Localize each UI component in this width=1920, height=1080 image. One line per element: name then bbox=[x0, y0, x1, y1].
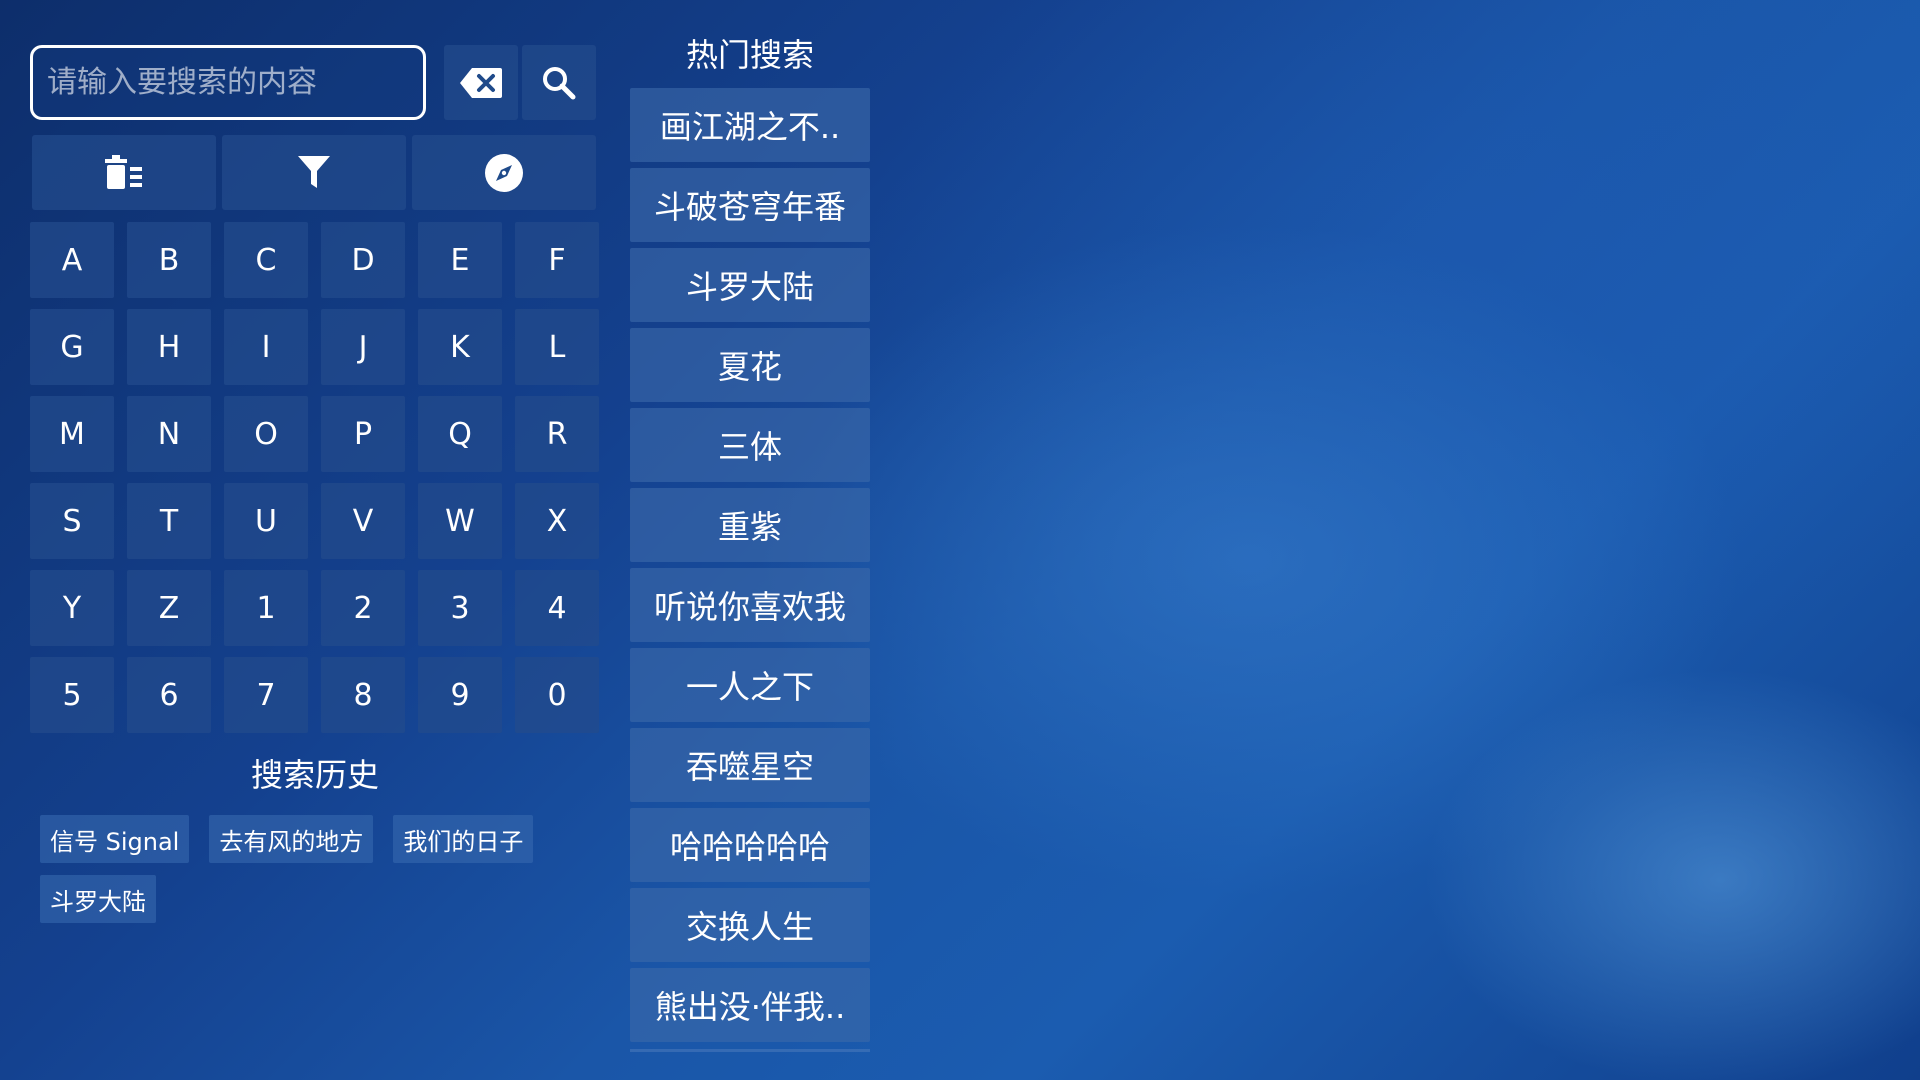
hot-search-item[interactable]: 熊出没·伴我.. bbox=[630, 968, 870, 1042]
key-n[interactable]: N bbox=[127, 396, 211, 472]
key-4[interactable]: 4 bbox=[515, 570, 599, 646]
delete-button[interactable] bbox=[444, 45, 518, 120]
key-1[interactable]: 1 bbox=[224, 570, 308, 646]
key-g[interactable]: G bbox=[30, 309, 114, 385]
hot-search-item[interactable]: 吞噬星空 bbox=[630, 728, 870, 802]
key-z[interactable]: Z bbox=[127, 570, 211, 646]
key-5[interactable]: 5 bbox=[30, 657, 114, 733]
key-w[interactable]: W bbox=[418, 483, 502, 559]
key-0[interactable]: 0 bbox=[515, 657, 599, 733]
key-p[interactable]: P bbox=[321, 396, 405, 472]
hot-search-item[interactable]: 画江湖之不.. bbox=[630, 88, 870, 162]
filter-button[interactable] bbox=[222, 135, 406, 210]
trash-list-icon bbox=[105, 154, 142, 189]
hot-search-item[interactable]: 一人之下 bbox=[630, 648, 870, 722]
key-9[interactable]: 9 bbox=[418, 657, 502, 733]
key-o[interactable]: O bbox=[224, 396, 308, 472]
discover-button[interactable] bbox=[412, 135, 596, 210]
key-y[interactable]: Y bbox=[30, 570, 114, 646]
hot-search-item[interactable]: 交换人生 bbox=[630, 888, 870, 962]
hot-search-item[interactable]: 斗破苍穹年番 bbox=[630, 168, 870, 242]
key-i[interactable]: I bbox=[224, 309, 308, 385]
key-j[interactable]: J bbox=[321, 309, 405, 385]
key-d[interactable]: D bbox=[321, 222, 405, 298]
key-3[interactable]: 3 bbox=[418, 570, 502, 646]
hot-search-title: 热门搜索 bbox=[685, 36, 814, 74]
key-8[interactable]: 8 bbox=[321, 657, 405, 733]
clear-history-button[interactable] bbox=[32, 135, 216, 210]
key-m[interactable]: M bbox=[30, 396, 114, 472]
search-button[interactable] bbox=[522, 45, 596, 120]
hot-search-item[interactable]: 重紫 bbox=[630, 488, 870, 562]
hot-search-item[interactable]: 哈哈哈哈哈 bbox=[630, 808, 870, 882]
compass-icon bbox=[485, 153, 523, 192]
key-q[interactable]: Q bbox=[418, 396, 502, 472]
hot-search-list: 画江湖之不.. 斗破苍穹年番 斗罗大陆 夏花 三体 重紫 听说你喜欢我 一人之下… bbox=[630, 88, 870, 1042]
history-item[interactable]: 去有风的地方 bbox=[209, 815, 374, 863]
key-x[interactable]: X bbox=[515, 483, 599, 559]
key-2[interactable]: 2 bbox=[321, 570, 405, 646]
backspace-icon bbox=[460, 67, 502, 98]
key-6[interactable]: 6 bbox=[127, 657, 211, 733]
key-v[interactable]: V bbox=[321, 483, 405, 559]
key-u[interactable]: U bbox=[224, 483, 308, 559]
history-item[interactable]: 我们的日子 bbox=[393, 815, 534, 863]
key-a[interactable]: A bbox=[30, 222, 114, 298]
key-f[interactable]: F bbox=[515, 222, 599, 298]
key-k[interactable]: K bbox=[418, 309, 502, 385]
key-c[interactable]: C bbox=[224, 222, 308, 298]
history-list: 信号 Signal 去有风的地方 我们的日子 斗罗大陆 bbox=[40, 815, 600, 923]
keyboard-grid: A B C D E F G H I J K L M N O P Q R S T … bbox=[30, 222, 599, 733]
search-field[interactable] bbox=[30, 45, 426, 120]
key-s[interactable]: S bbox=[30, 483, 114, 559]
search-input[interactable] bbox=[47, 65, 423, 100]
key-e[interactable]: E bbox=[418, 222, 502, 298]
key-b[interactable]: B bbox=[127, 222, 211, 298]
key-l[interactable]: L bbox=[515, 309, 599, 385]
search-icon bbox=[543, 66, 576, 99]
hot-search-item[interactable]: 听说你喜欢我 bbox=[630, 568, 870, 642]
hot-search-item[interactable]: 斗罗大陆 bbox=[630, 248, 870, 322]
key-r[interactable]: R bbox=[515, 396, 599, 472]
key-h[interactable]: H bbox=[127, 309, 211, 385]
hot-search-item[interactable]: 夏花 bbox=[630, 328, 870, 402]
history-item[interactable]: 斗罗大陆 bbox=[40, 875, 156, 923]
key-t[interactable]: T bbox=[127, 483, 211, 559]
history-item[interactable]: 信号 Signal bbox=[40, 815, 190, 863]
history-title: 搜索历史 bbox=[250, 756, 379, 794]
hot-search-item[interactable]: 三体 bbox=[630, 408, 870, 482]
filter-icon bbox=[298, 155, 330, 188]
key-7[interactable]: 7 bbox=[224, 657, 308, 733]
hot-list-next-item-edge bbox=[630, 1049, 870, 1052]
